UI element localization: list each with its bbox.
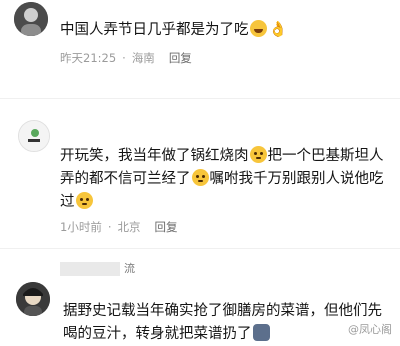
comment-2: 开玩笑，我当年做了锅红烧肉 把一个巴基斯坦人 弄的都不信可兰经了 嘱咐我千万别跟别人… bbox=[0, 118, 400, 238]
watermark: @凤心阁 bbox=[348, 323, 392, 336]
comment-1: 中国人弄节日几乎都是为了吃 👌 昨天21:25 · 海南 回复 bbox=[0, 0, 400, 78]
comment-text-body: 中国人弄节日几乎都是为了吃 bbox=[60, 22, 249, 38]
sweat-emoji-icon bbox=[191, 169, 209, 186]
comment-line: 弄的都不信可兰经了 嘱咐我千万别跟别人说他吃 bbox=[60, 168, 390, 191]
comment-meta: 昨天21:25 · 海南 回复 bbox=[60, 50, 198, 66]
reply-button[interactable]: 回复 bbox=[154, 220, 177, 234]
comment-text-segment: 开玩笑，我当年做了锅红烧肉 bbox=[60, 148, 249, 164]
sweat-emoji-icon bbox=[249, 146, 267, 163]
comment-meta: 1小时前 · 北京 回复 bbox=[60, 219, 183, 235]
divider bbox=[0, 98, 400, 99]
username[interactable]: 流 bbox=[124, 260, 135, 276]
cat-emoji-icon bbox=[252, 324, 270, 341]
separator-dot: · bbox=[122, 51, 126, 65]
comment-text-segment: 过 bbox=[60, 194, 75, 210]
comment-text: 中国人弄节日几乎都是为了吃 👌 bbox=[60, 18, 288, 42]
avatar[interactable] bbox=[18, 120, 50, 152]
location: 北京 bbox=[117, 220, 141, 234]
sweat-emoji-icon bbox=[75, 192, 93, 209]
separator-dot: · bbox=[107, 220, 112, 234]
avatar[interactable] bbox=[14, 2, 48, 36]
timestamp: 1小时前 bbox=[60, 220, 102, 234]
divider bbox=[0, 248, 400, 249]
laughing-crying-emoji-icon bbox=[249, 20, 267, 37]
reply-button[interactable]: 回复 bbox=[169, 51, 192, 65]
comment-text: 开玩笑，我当年做了锅红烧肉 把一个巴基斯坦人 弄的都不信可兰经了 嘱咐我千万别跟别人… bbox=[60, 145, 390, 214]
comment-3: 流 据野史记载当年确实抢了御膳房的菜谱，但他们先 喝的豆汁，转身就把菜谱扔了 @… bbox=[0, 258, 400, 343]
comment-text-segment: 把一个巴基斯坦人 bbox=[267, 148, 384, 164]
timestamp: 昨天21:25 bbox=[60, 51, 117, 65]
comment-line: 开玩笑，我当年做了锅红烧肉 把一个巴基斯坦人 bbox=[60, 145, 390, 168]
comment-line: 过 bbox=[60, 191, 390, 214]
username-redacted bbox=[60, 262, 120, 276]
ok-hand-emoji-icon: 👌 bbox=[268, 20, 288, 38]
comment-line: 据野史记载当年确实抢了御膳房的菜谱，但他们先 bbox=[63, 303, 382, 319]
comment-text-segment: 喝的豆汁，转身就把菜谱扔了 bbox=[63, 326, 252, 342]
avatar[interactable] bbox=[16, 282, 50, 316]
comment-text-segment: 嘱咐我千万别跟别人说他吃 bbox=[209, 171, 384, 187]
location: 海南 bbox=[131, 51, 155, 65]
comment-text-segment: 弄的都不信可兰经了 bbox=[60, 171, 191, 187]
